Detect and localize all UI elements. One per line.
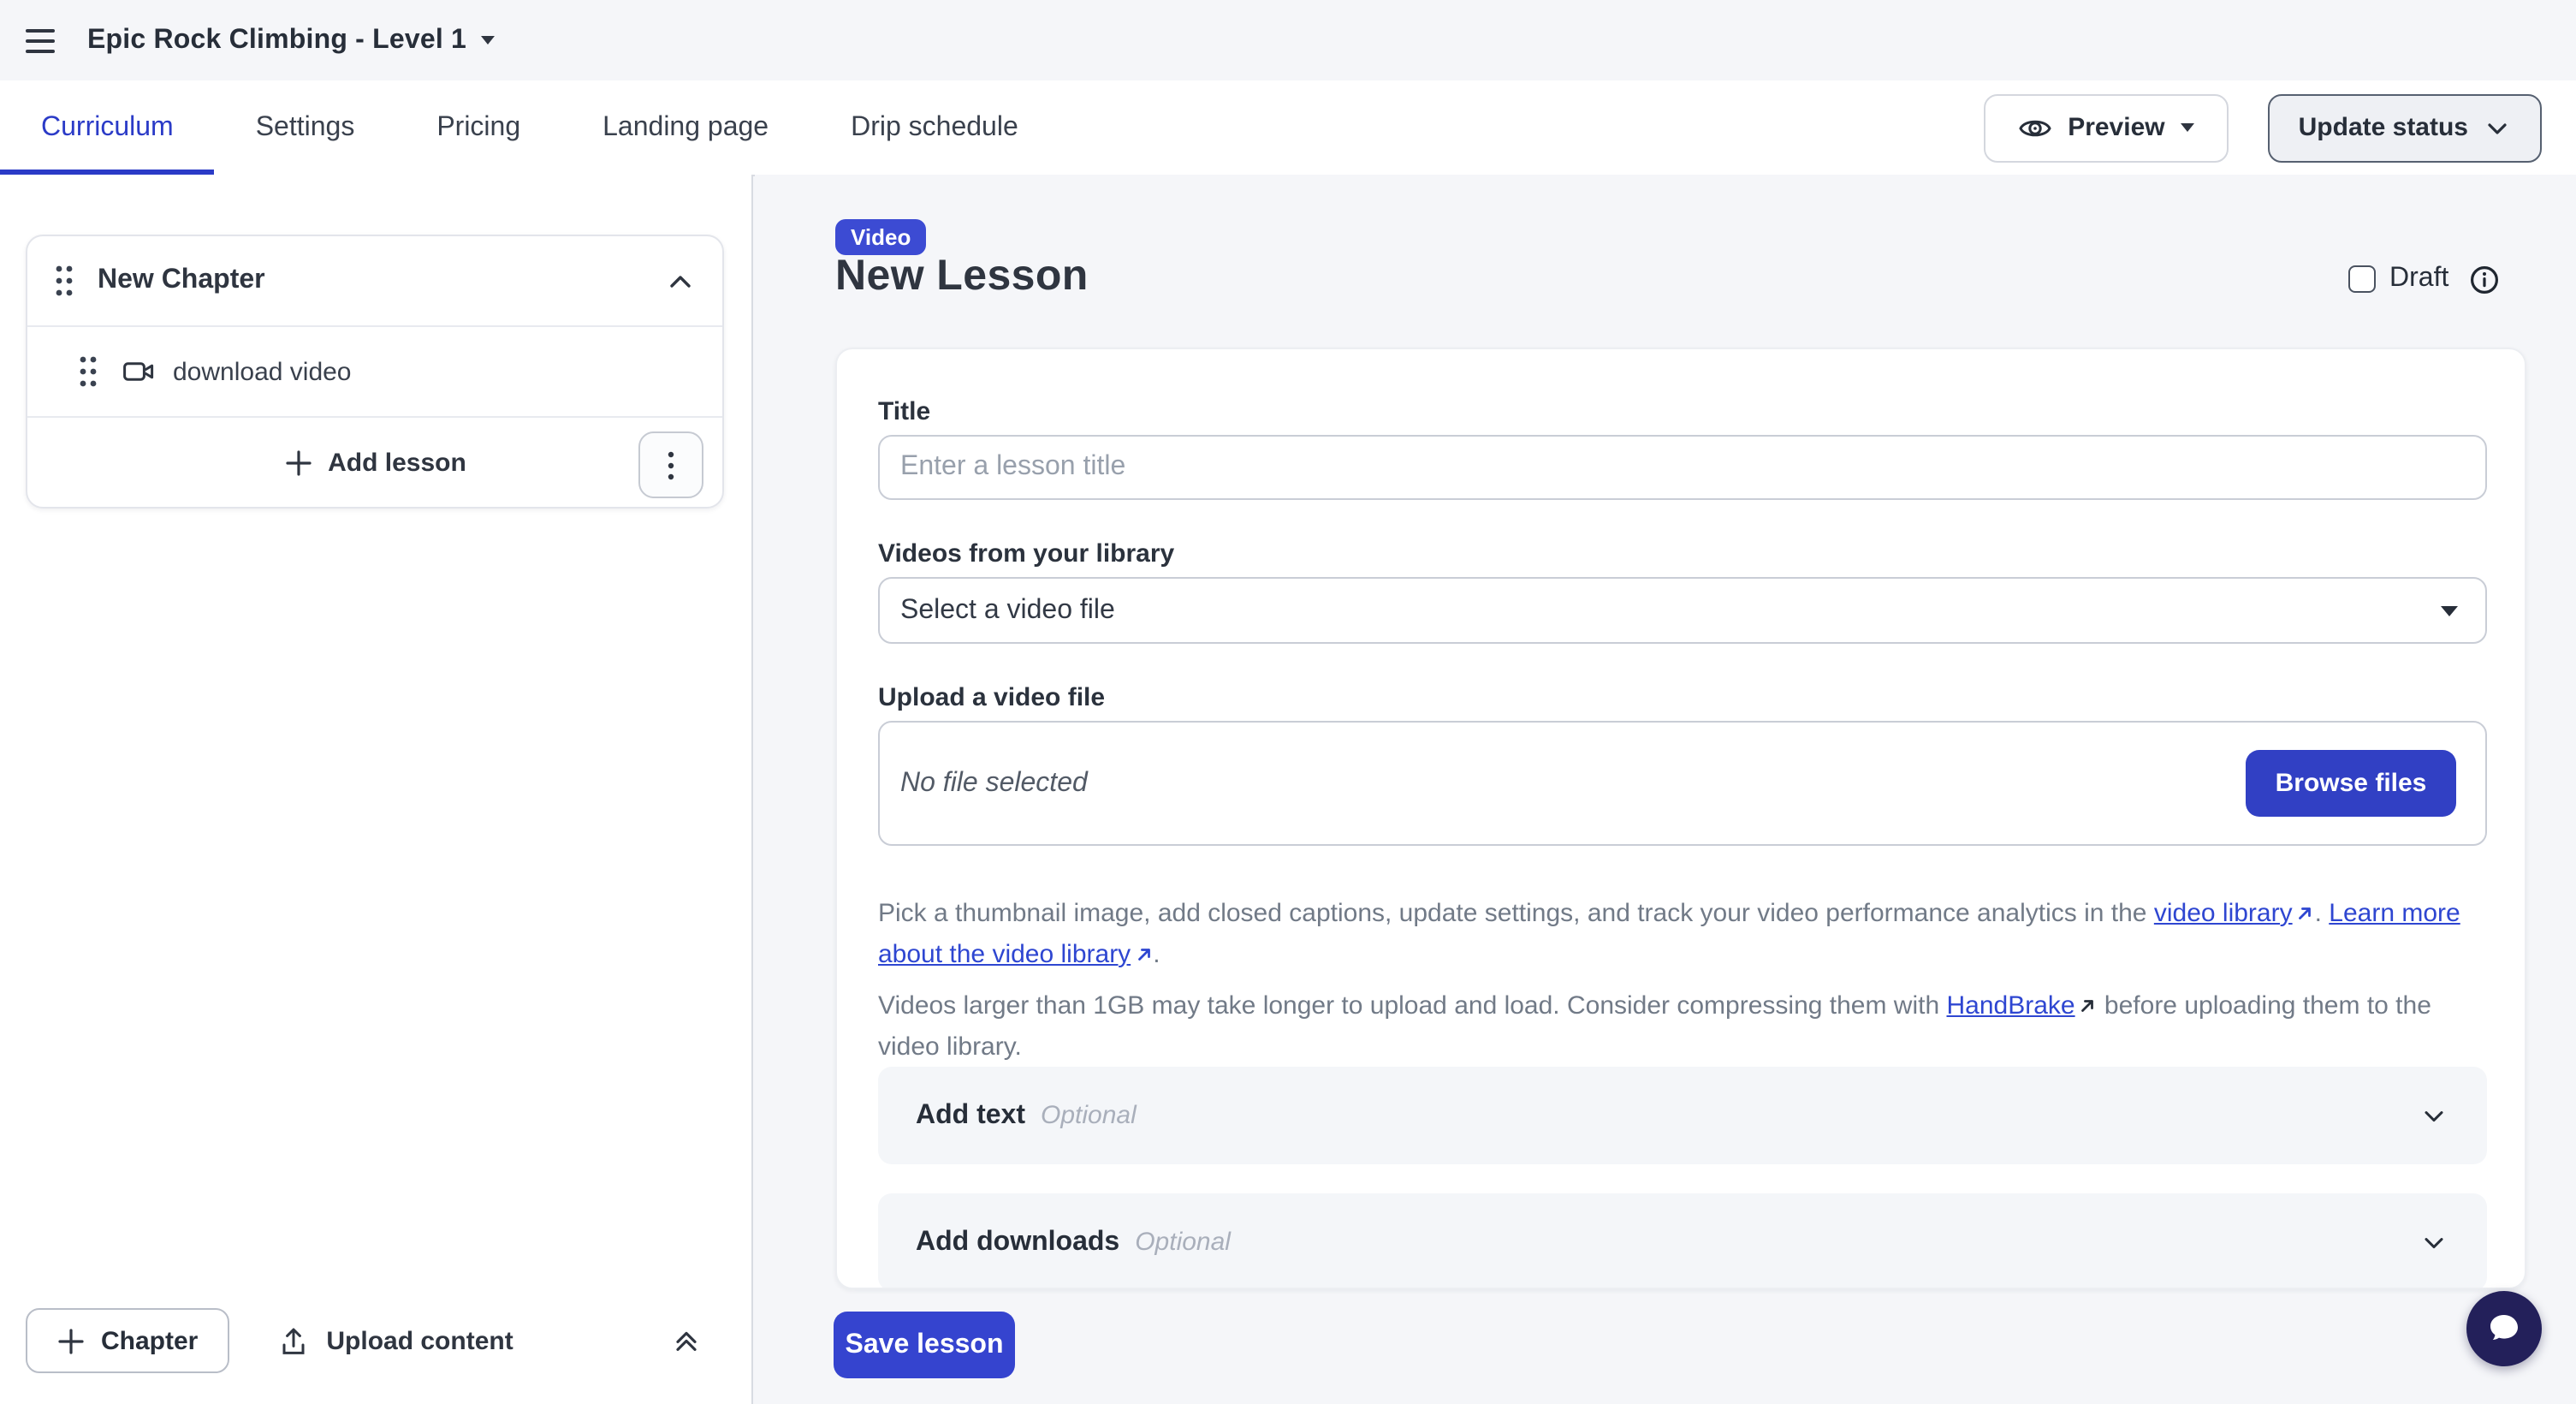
chevron-down-icon [2441, 605, 2458, 616]
add-downloads-label: Add downloads [916, 1227, 1119, 1258]
lesson-title-input[interactable] [878, 435, 2487, 500]
no-file-text: No file selected [900, 768, 1088, 799]
tab-curriculum[interactable]: Curriculum [0, 80, 215, 175]
chat-widget-button[interactable] [2466, 1291, 2542, 1366]
tab-drip-schedule[interactable]: Drip schedule [810, 80, 1059, 175]
video-library-help-text: Pick a thumbnail image, add closed capti… [878, 894, 2490, 976]
video-library-link[interactable]: video library [2154, 899, 2293, 928]
add-lesson-label: Add lesson [328, 448, 466, 477]
video-library-select-value: Select a video file [900, 595, 1115, 626]
chat-bubble-icon [2484, 1308, 2525, 1349]
update-status-button[interactable]: Update status [2268, 93, 2542, 162]
add-chapter-label: Chapter [101, 1326, 198, 1355]
handbrake-link[interactable]: HandBrake [1947, 991, 2075, 1020]
collapse-all-icon[interactable] [671, 1325, 702, 1356]
plus-icon [283, 448, 312, 477]
chevron-down-icon [2181, 123, 2194, 132]
lesson-editor-panel: Video New Lesson Draft Title Videos from… [755, 175, 2576, 1404]
tab-pricing[interactable]: Pricing [395, 80, 561, 175]
course-switcher[interactable]: Epic Rock Climbing - Level 1 [87, 25, 494, 56]
content-area: New Chapter download video [0, 175, 2576, 1404]
kebab-icon [668, 449, 674, 480]
lesson-type-badge: Video [835, 219, 926, 255]
tab-bar: Curriculum Settings Pricing Landing page… [0, 80, 2576, 176]
update-status-label: Update status [2299, 113, 2468, 142]
add-text-accordion[interactable]: Add text Optional [878, 1067, 2487, 1164]
plus-icon [56, 1326, 86, 1355]
top-bar: Epic Rock Climbing - Level 1 [0, 0, 2576, 80]
lesson-form-card: Title Videos from your library Select a … [835, 348, 2526, 1289]
lesson-item-title: download video [173, 357, 352, 386]
help-text-segment: . [1153, 940, 1160, 969]
chapter-card: New Chapter download video [26, 235, 724, 509]
add-lesson-button[interactable]: Add lesson [283, 448, 466, 477]
optional-label: Optional [1135, 1228, 1231, 1257]
lesson-page-title: New Lesson [835, 252, 1089, 301]
library-field-label: Videos from your library [878, 539, 1174, 568]
chapter-options-button[interactable] [638, 431, 703, 498]
chevron-down-icon [2484, 114, 2511, 141]
compression-help-text: Videos larger than 1GB may take longer t… [878, 986, 2490, 1067]
draft-label: Draft [2389, 264, 2448, 294]
chevron-down-icon [2419, 1100, 2449, 1131]
external-link-icon [1134, 937, 1153, 976]
hamburger-menu-icon[interactable] [26, 23, 60, 57]
video-camera-icon [122, 354, 156, 389]
chevron-down-icon [2419, 1227, 2449, 1258]
external-link-icon [2079, 988, 2098, 1027]
draft-toggle-group: Draft [2348, 264, 2498, 294]
chevron-up-icon[interactable] [666, 266, 695, 295]
draft-checkbox[interactable] [2348, 265, 2376, 293]
chapter-title: New Chapter [98, 265, 265, 296]
curriculum-sidebar: New Chapter download video [0, 175, 753, 1404]
drag-handle-icon[interactable] [51, 262, 77, 300]
file-upload-box: No file selected Browse files [878, 721, 2487, 846]
lesson-row[interactable]: download video [27, 325, 722, 416]
tab-landing-page[interactable]: Landing page [561, 80, 810, 175]
help-text-segment: . [2315, 899, 2330, 928]
upload-icon [276, 1324, 309, 1357]
add-downloads-accordion[interactable]: Add downloads Optional [878, 1193, 2487, 1289]
add-chapter-button[interactable]: Chapter [26, 1308, 229, 1373]
title-field-label: Title [878, 397, 930, 426]
help-text-segment: Videos larger than 1GB may take longer t… [878, 991, 1947, 1020]
info-icon[interactable] [2469, 265, 2498, 294]
chapter-header[interactable]: New Chapter [27, 236, 722, 325]
upload-content-label: Upload content [326, 1326, 513, 1355]
browse-files-button[interactable]: Browse files [2246, 750, 2456, 817]
course-title: Epic Rock Climbing - Level 1 [87, 25, 466, 56]
video-library-select[interactable]: Select a video file [878, 577, 2487, 644]
header-actions: Preview Update status [1984, 80, 2576, 175]
optional-label: Optional [1041, 1101, 1137, 1130]
add-lesson-row: Add lesson [27, 416, 722, 507]
chevron-down-icon [480, 36, 494, 45]
app-window: Epic Rock Climbing - Level 1 Curriculum … [0, 0, 2576, 1404]
sidebar-footer: Chapter Upload content [0, 1277, 753, 1404]
preview-button-label: Preview [2068, 113, 2164, 142]
add-text-label: Add text [916, 1100, 1025, 1131]
external-link-icon [2296, 895, 2315, 935]
help-text-segment: Pick a thumbnail image, add closed capti… [878, 899, 2154, 928]
preview-button[interactable]: Preview [1984, 93, 2228, 162]
drag-handle-icon[interactable] [75, 353, 101, 390]
save-lesson-button[interactable]: Save lesson [834, 1312, 1015, 1378]
eye-icon [2018, 110, 2052, 145]
upload-field-label: Upload a video file [878, 683, 1105, 712]
upload-content-button[interactable]: Upload content [276, 1324, 513, 1357]
tab-settings[interactable]: Settings [215, 80, 396, 175]
